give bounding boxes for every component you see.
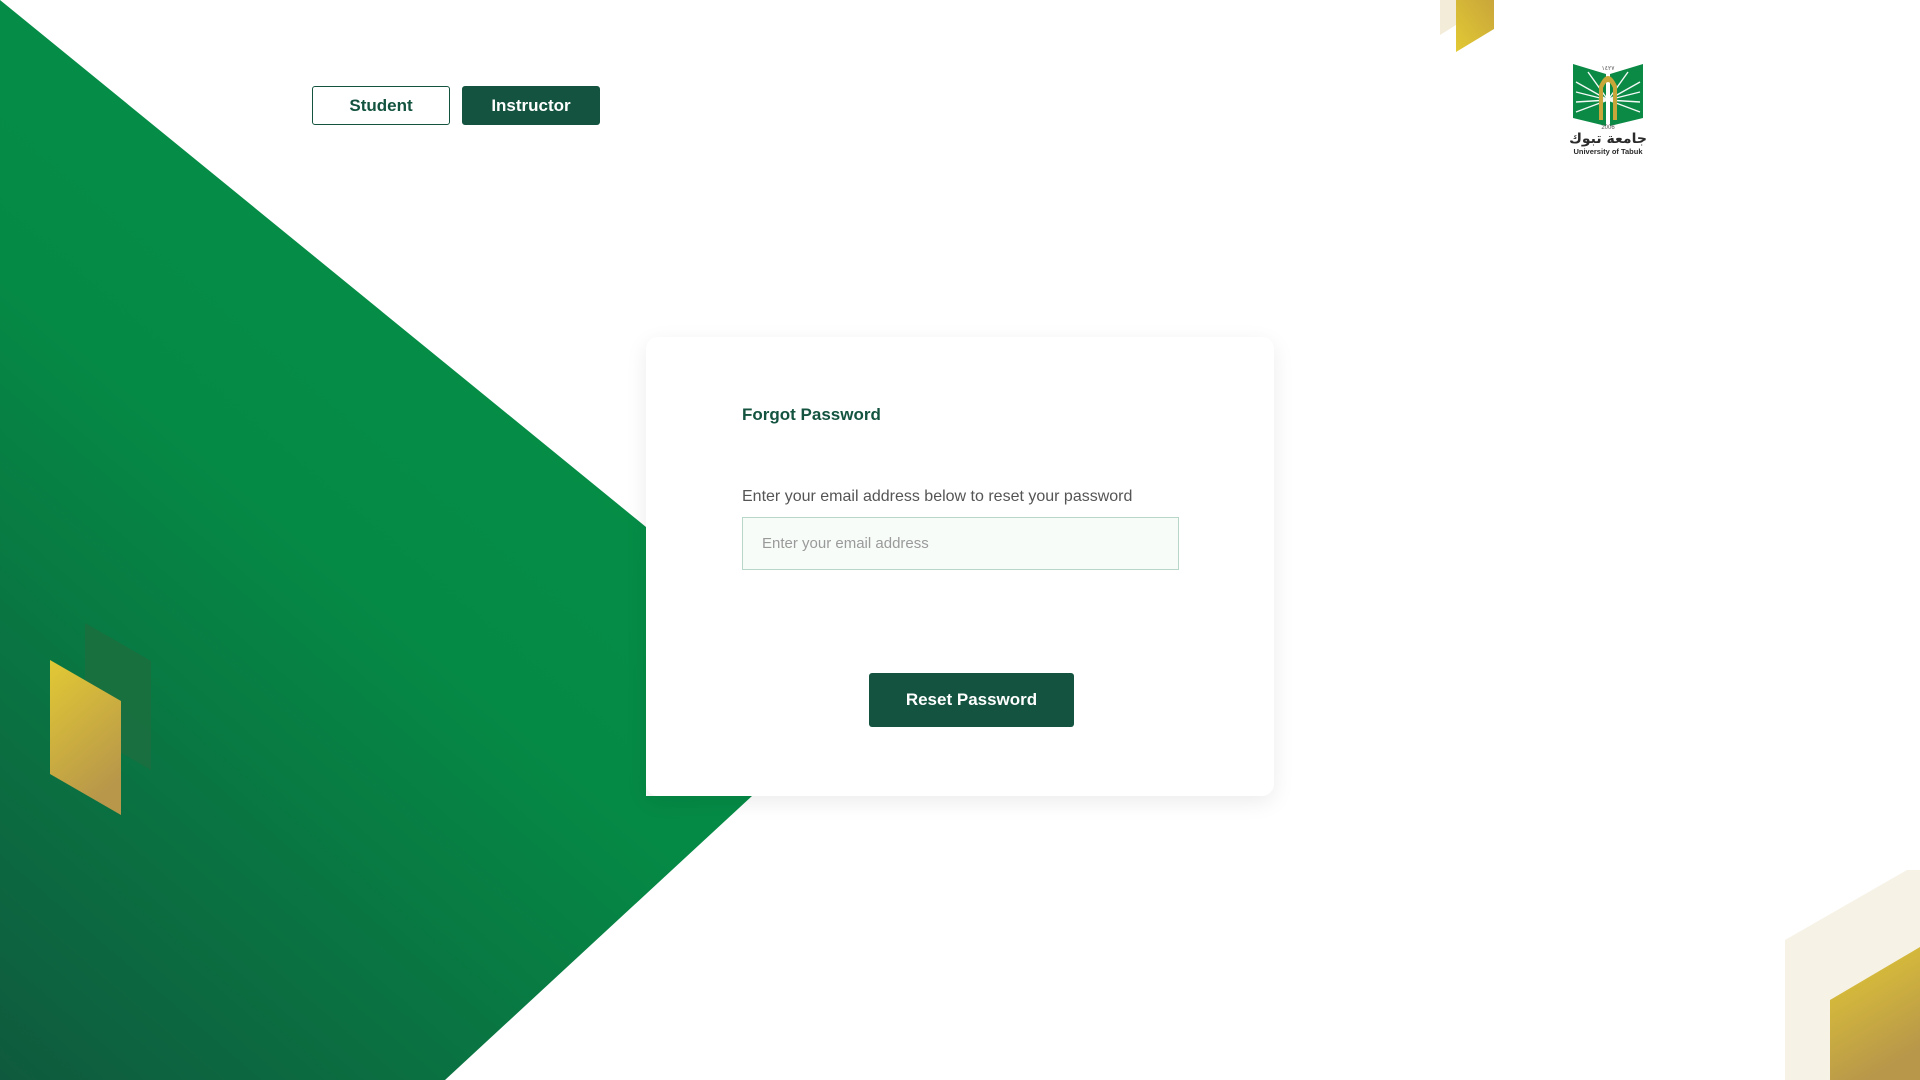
role-tabs: Student Instructor [312,86,600,125]
decor-shape-cream-top [1440,0,1456,35]
logo-english-name: University of Tabuk [1573,147,1643,156]
card-title: Forgot Password [742,405,881,424]
decor-shape-gold-top [1456,0,1494,52]
email-input[interactable] [742,517,1179,570]
svg-text:١٤٢٧: ١٤٢٧ [1602,65,1616,72]
forgot-password-card: Forgot Password Enter your email address… [646,337,1274,796]
forgot-password-page: Student Instructor ١٤٢٧ 2006 جامعة تبوك … [0,0,1920,1080]
reset-password-button[interactable]: Reset Password [869,673,1074,727]
university-emblem-icon: ١٤٢٧ 2006 [1573,64,1643,131]
university-logo: ١٤٢٧ 2006 جامعة تبوك University of Tabuk [1568,60,1648,160]
instructor-tab-button[interactable]: Instructor [462,86,600,125]
green-background-shape [0,0,752,1080]
student-tab-button[interactable]: Student [312,86,450,125]
logo-arabic-name: جامعة تبوك [1569,131,1647,147]
card-description: Enter your email address below to reset … [742,488,1133,505]
